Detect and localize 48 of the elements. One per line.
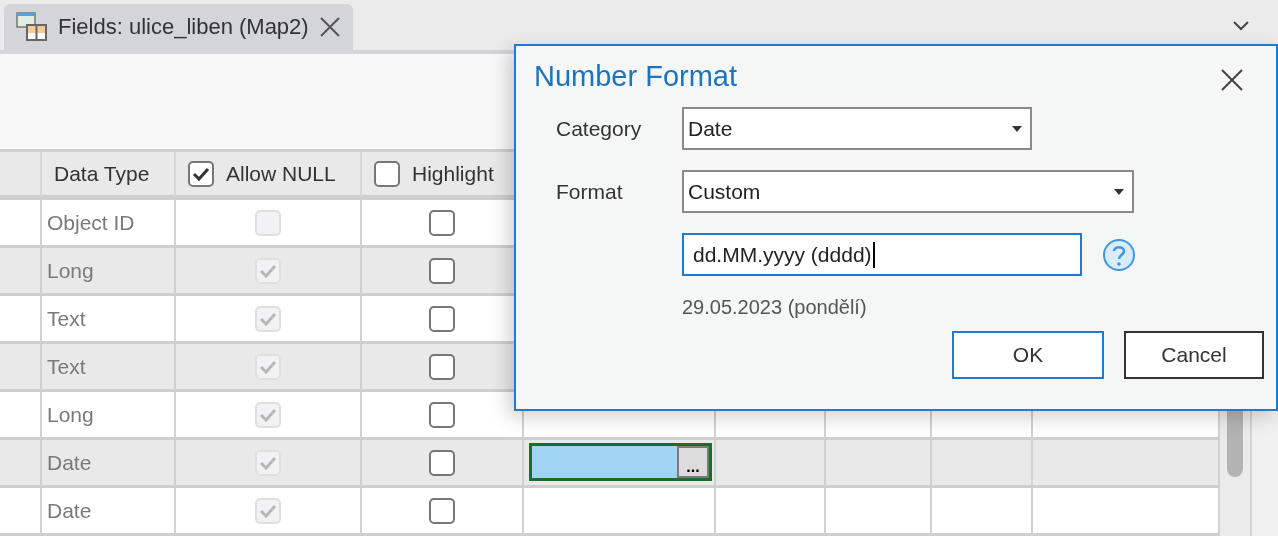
table-cell[interactable]: ... <box>524 440 716 488</box>
chevron-down-icon[interactable] <box>1232 20 1250 32</box>
table-cell <box>0 488 42 536</box>
dialog-button[interactable]: OK <box>952 331 1104 379</box>
document-tab[interactable]: Fields: ulice_liben (Map2) <box>4 3 353 50</box>
table-cell: Date <box>42 488 176 536</box>
table-cell[interactable] <box>524 488 716 536</box>
table-cell <box>0 248 42 296</box>
column-title: Data Type <box>54 161 150 186</box>
help-icon[interactable] <box>1102 237 1136 272</box>
column-header[interactable]: Data Type <box>42 152 176 198</box>
table-icon <box>16 11 48 42</box>
cell-editor[interactable]: ... <box>529 443 712 481</box>
table-cell: Long <box>42 392 176 440</box>
column-title: Highlight <box>412 161 494 186</box>
field-label: Format <box>556 179 624 204</box>
checkbox[interactable] <box>429 305 455 332</box>
checkbox[interactable] <box>429 449 455 476</box>
field-label: Category <box>556 116 643 141</box>
table-cell: Object ID <box>42 200 176 248</box>
dropdown-arrow-icon <box>1012 125 1022 132</box>
table-cell: Text <box>42 296 176 344</box>
dialog-title: Number Format <box>534 60 738 93</box>
checkbox[interactable] <box>429 209 455 236</box>
table-cell <box>0 440 42 488</box>
table-cell: Text <box>42 344 176 392</box>
close-icon[interactable] <box>318 15 341 38</box>
format-dropdown[interactable]: Custom <box>682 170 1134 213</box>
checkbox[interactable] <box>429 497 455 524</box>
table-cell <box>0 344 42 392</box>
table-cell <box>0 392 42 440</box>
column-header[interactable]: Allow NULL <box>176 152 362 198</box>
checkbox[interactable] <box>429 257 455 284</box>
checkbox[interactable] <box>188 160 214 187</box>
checkbox[interactable] <box>429 401 455 428</box>
column-title: Allow NULL <box>226 161 336 186</box>
table-cell <box>0 296 42 344</box>
table-cell: Long <box>42 248 176 296</box>
close-icon[interactable] <box>1220 68 1244 92</box>
table-cell: Date <box>42 440 176 488</box>
category-dropdown[interactable]: Date <box>682 107 1032 150</box>
ellipsis-button[interactable]: ... <box>677 446 709 478</box>
dropdown-arrow-icon <box>1114 188 1124 195</box>
format-input-field[interactable]: dd.MM.yyyy (dddd) <box>682 233 1082 276</box>
dialog-button[interactable]: Cancel <box>1124 331 1264 379</box>
format-preview: 29.05.2023 (pondělí) <box>682 296 868 319</box>
checkbox[interactable] <box>429 353 455 380</box>
checkbox[interactable] <box>374 160 400 187</box>
